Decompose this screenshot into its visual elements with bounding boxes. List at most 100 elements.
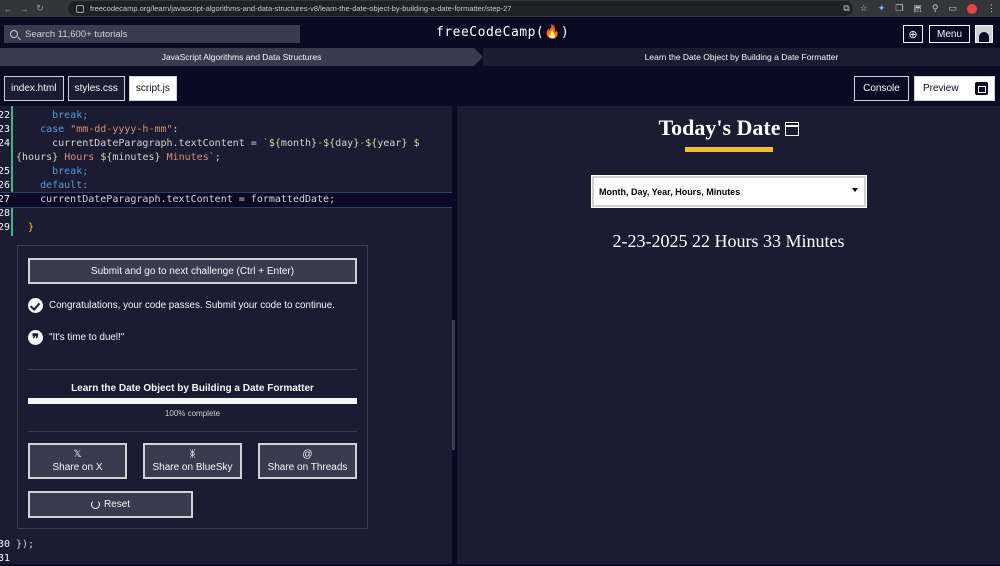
code-token: currentDateParagraph.textContent =	[16, 138, 263, 149]
divider	[28, 369, 357, 370]
butterfly-icon: ᛤ	[189, 448, 196, 460]
extension-icon[interactable]: ✦	[878, 3, 886, 14]
select-value: Month, Day, Year, Hours, Minutes	[599, 186, 741, 197]
line-number: 28	[0, 208, 11, 219]
tab-index-html[interactable]: index.html	[4, 76, 64, 101]
reset-button[interactable]: Reset	[28, 491, 193, 518]
code-line[interactable]: 30});	[0, 538, 453, 552]
code-line[interactable]: 24 currentDateParagraph.textContent = `$…	[0, 137, 453, 151]
code-token: year	[377, 138, 402, 149]
preview-button[interactable]: Preview	[914, 76, 995, 101]
forward-icon[interactable]: →	[16, 4, 32, 14]
code-line[interactable]: 28	[0, 207, 453, 221]
reload-icon[interactable]: ↻	[32, 3, 48, 14]
code-token: minutes	[112, 152, 155, 163]
install-app-icon[interactable]: ⧉	[843, 3, 849, 14]
fcc-logo[interactable]: freeCodeCamp(🔥)	[436, 25, 569, 40]
extension-badge-icon[interactable]: ▣21	[913, 3, 922, 14]
breadcrumb-block[interactable]: Learn the Date Object by Building a Date…	[483, 48, 1000, 66]
browser-menu-icon[interactable]: ⋮	[987, 3, 996, 14]
calendar-icon	[784, 122, 799, 136]
share-bluesky-label: Share on BlueSky	[152, 461, 233, 473]
sidebar-icon[interactable]: ▭	[948, 3, 957, 14]
line-number: 27	[0, 194, 11, 205]
preview-label: Preview	[923, 83, 959, 94]
code-text: currentDateParagraph.textContent = forma…	[16, 193, 335, 207]
bookmark-star-icon[interactable]: ☆	[860, 3, 868, 14]
scrollbar-thumb[interactable]	[452, 320, 455, 450]
console-button[interactable]: Console	[854, 76, 909, 101]
address-bar[interactable]: freecodecamp.org/learn/javascript-algori…	[68, 1, 853, 16]
line-number: 25	[0, 166, 11, 177]
code-token: day	[335, 138, 354, 149]
back-icon[interactable]: ←	[0, 4, 16, 14]
code-token: break;	[16, 166, 89, 177]
reset-icon	[90, 500, 100, 509]
code-token: ;	[214, 152, 221, 163]
menu-button[interactable]: Menu	[929, 25, 970, 43]
editor-scrollbar[interactable]	[452, 106, 456, 564]
code-text: });	[16, 538, 34, 552]
code-token: ${	[365, 138, 378, 149]
line-number: 23	[0, 124, 11, 135]
success-text: Congratulations, your code passes. Submi…	[49, 300, 335, 311]
code-area[interactable]: 22 break; 23 case "mm-dd-yyyy-h-mm": 24 cu…	[0, 106, 454, 238]
progress-bar	[28, 398, 357, 404]
code-text: {hours} Hours ${minutes} Minutes`;	[16, 151, 221, 165]
code-line[interactable]: {hours} Hours ${minutes} Minutes`;	[0, 151, 453, 165]
code-line[interactable]: 27 currentDateParagraph.textContent = fo…	[0, 192, 454, 208]
search-placeholder: Search 11,600+ tutorials	[25, 28, 128, 40]
check-circle-icon	[28, 298, 43, 313]
popout-icon[interactable]	[975, 82, 988, 95]
line-number: 29	[0, 222, 11, 233]
code-line[interactable]: 25 break;	[0, 165, 453, 179]
progress-fill	[28, 398, 357, 404]
share-threads-button[interactable]: @ Share on Threads	[258, 443, 357, 479]
share-bluesky-button[interactable]: ᛤ Share on BlueSky	[143, 443, 242, 479]
code-token: });	[16, 539, 35, 550]
share-x-button[interactable]: 𝕏 Share on X	[28, 443, 127, 479]
line-number: 26	[0, 180, 11, 191]
quote-icon: ❞	[28, 330, 43, 347]
breadcrumb-superblock[interactable]: JavaScript Algorithms and Data Structure…	[0, 48, 483, 66]
submit-button[interactable]: Submit and go to next challenge (Ctrl + …	[28, 258, 357, 284]
line-number: 24	[0, 138, 11, 149]
course-title: Learn the Date Object by Building a Date…	[71, 383, 314, 394]
code-text: currentDateParagraph.textContent = `${mo…	[16, 137, 419, 151]
code-line[interactable]: 26 default:	[0, 179, 453, 193]
site-header: Search 11,600+ tutorials freeCodeCamp(🔥)…	[0, 22, 1000, 46]
share-threads-label: Share on Threads	[267, 461, 348, 473]
extension-icon[interactable]: ❐	[895, 3, 903, 14]
code-token: "mm-dd-yyyy-h-mm"	[70, 124, 173, 135]
tab-script-js[interactable]: script.js	[128, 76, 177, 101]
extensions-puzzle-icon[interactable]: ⚲	[932, 3, 939, 14]
code-text: default:	[16, 179, 88, 193]
date-format-select[interactable]: Month, Day, Year, Hours, Minutes	[591, 175, 867, 208]
preview-heading: Today's Date	[457, 115, 1000, 141]
search-input[interactable]: Search 11,600+ tutorials	[4, 25, 300, 43]
profile-icon[interactable]	[967, 3, 977, 14]
breadcrumb: JavaScript Algorithms and Data Structure…	[0, 48, 1000, 66]
code-line[interactable]: 29 }	[0, 221, 453, 235]
avatar[interactable]	[975, 25, 993, 43]
share-x-label: Share on X	[52, 461, 103, 473]
file-tabs: index.html styles.css script.js	[4, 76, 177, 101]
code-token: break;	[16, 110, 89, 121]
code-token: $	[407, 138, 420, 149]
code-line[interactable]: 22 break;	[0, 109, 453, 123]
language-globe-icon[interactable]: ⊕	[903, 25, 923, 43]
tab-styles-css[interactable]: styles.css	[67, 76, 125, 101]
reset-label: Reset	[103, 499, 131, 510]
code-text: }	[16, 221, 34, 235]
site-info-icon[interactable]	[76, 4, 84, 13]
current-date-output: 2-23-2025 22 Hours 33 Minutes	[612, 231, 845, 251]
code-line[interactable]: 23 case "mm-dd-yyyy-h-mm":	[0, 123, 453, 137]
browser-toolbar: ← → ↻ freecodecamp.org/learn/javascript-…	[0, 0, 1000, 17]
chevron-down-icon	[852, 188, 858, 192]
code-area-tail[interactable]: 30}); 31	[0, 536, 453, 564]
line-number: 22	[0, 110, 11, 121]
preview-pane: Today's Date Month, Day, Year, Hours, Mi…	[457, 106, 1000, 564]
code-token: ${	[268, 138, 281, 149]
code-token: Minutes`	[160, 152, 215, 163]
completion-panel: Submit and go to next challenge (Ctrl + …	[17, 245, 368, 529]
